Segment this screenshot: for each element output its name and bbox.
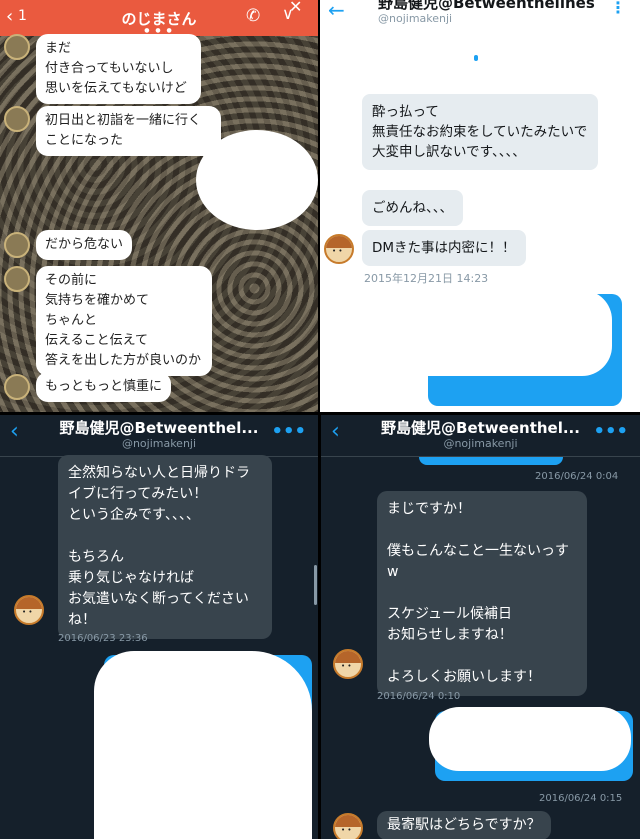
message-bubble: まだ 付き合ってもいないし 思いを伝えてもないけど	[36, 34, 201, 104]
phone-icon[interactable]: ✆	[246, 6, 260, 26]
avatar[interactable]	[4, 232, 30, 258]
contact-handle: @nojimakenji	[121, 437, 197, 450]
dm-header: ‹ 野島健児@Betweenthel... @nojimakenji •••	[321, 415, 640, 457]
message-bubble: 酔っ払って 無責任なお約束をしていたみたいで 大変申し訳ないです、、、、	[362, 94, 598, 170]
line-chat-panel: ‹ 1 のじまさん ● ● ● ✆ ∨ ✕ まだ 付き合ってもいないし 思いを伝…	[0, 0, 318, 412]
message-bubble: ごめんね、、、	[362, 190, 463, 226]
contact-name: 野島健児@Betweenthel...	[59, 419, 259, 437]
dm-header: ‹ 野島健児@Betweenthel... @nojimakenji •••	[0, 415, 318, 457]
avatar[interactable]	[333, 813, 363, 839]
more-icon[interactable]: •••	[271, 421, 306, 442]
message-bubble: その前に 気持ちを確かめて ちゃんと 伝えること伝えて 答えを出した方が良いのか	[36, 266, 212, 376]
more-vertical-icon[interactable]: ⋮	[610, 0, 626, 17]
message-bubble: 初日出と初詣を一緒に行くことになった	[36, 106, 221, 156]
contact-handle: @nojimakenji	[443, 437, 518, 450]
contact-handle: @nojimakenji	[378, 12, 453, 25]
close-icon[interactable]: ✕	[289, 0, 302, 16]
page-dots: ● ● ●	[144, 27, 174, 34]
contact-name: 野島健児@Betweenthel...	[381, 419, 580, 437]
message-bubble: 全然知らない人と日帰りドライブに行ってみたい！ という企みです、、、、 もちろん…	[58, 455, 272, 639]
redaction-blob	[196, 130, 318, 230]
twitter-dm-light-panel: ← 野島健児@Betweenthelines @nojimakenji ⋮ 酔っ…	[320, 0, 640, 412]
avatar[interactable]	[14, 595, 44, 625]
timestamp: 2016/06/23 23:36	[58, 633, 148, 644]
timestamp: 2016/06/24 0:10	[377, 691, 461, 702]
redaction-blob	[429, 707, 631, 771]
sent-message-bubble	[419, 457, 563, 465]
twitter-dm-dark-panel-left: ‹ 野島健児@Betweenthel... @nojimakenji ••• 全…	[0, 415, 318, 839]
message-bubble: だから危ない	[36, 230, 133, 260]
message-bubble: もっともっと慎重に	[36, 372, 172, 402]
avatar[interactable]	[4, 266, 30, 292]
redaction-blob	[382, 290, 612, 376]
avatar[interactable]	[4, 34, 30, 60]
message-bubble: DMきた事は内密に！！	[362, 230, 526, 266]
line-header: ‹ 1 のじまさん ● ● ● ✆ ∨ ✕	[0, 0, 318, 36]
redaction-blob	[94, 651, 312, 839]
avatar[interactable]	[324, 234, 354, 264]
loading-indicator	[474, 55, 478, 61]
scrollbar[interactable]	[314, 565, 317, 605]
message-bubble: 最寄駅はどちらですか？	[377, 811, 551, 839]
timestamp: 2016/06/24 0:04	[535, 471, 619, 482]
avatar[interactable]	[333, 649, 363, 679]
avatar[interactable]	[4, 374, 30, 400]
more-icon[interactable]: •••	[593, 421, 628, 442]
message-bubble: まじですか！ 僕もこんなこと一生ないっすw スケジュール候補日 お知らせしますね…	[377, 491, 587, 696]
twitter-dm-dark-panel-right: ‹ 野島健児@Betweenthel... @nojimakenji ••• 2…	[321, 415, 640, 839]
avatar[interactable]	[4, 106, 30, 132]
chat-title: のじまさん	[121, 10, 197, 28]
timestamp: 2016/06/24 0:15	[539, 793, 623, 804]
dm-header: ← 野島健児@Betweenthelines @nojimakenji ⋮	[320, 0, 640, 30]
back-arrow-icon[interactable]: ←	[328, 0, 345, 22]
timestamp: 2015年12月21日 14:23	[364, 272, 489, 285]
